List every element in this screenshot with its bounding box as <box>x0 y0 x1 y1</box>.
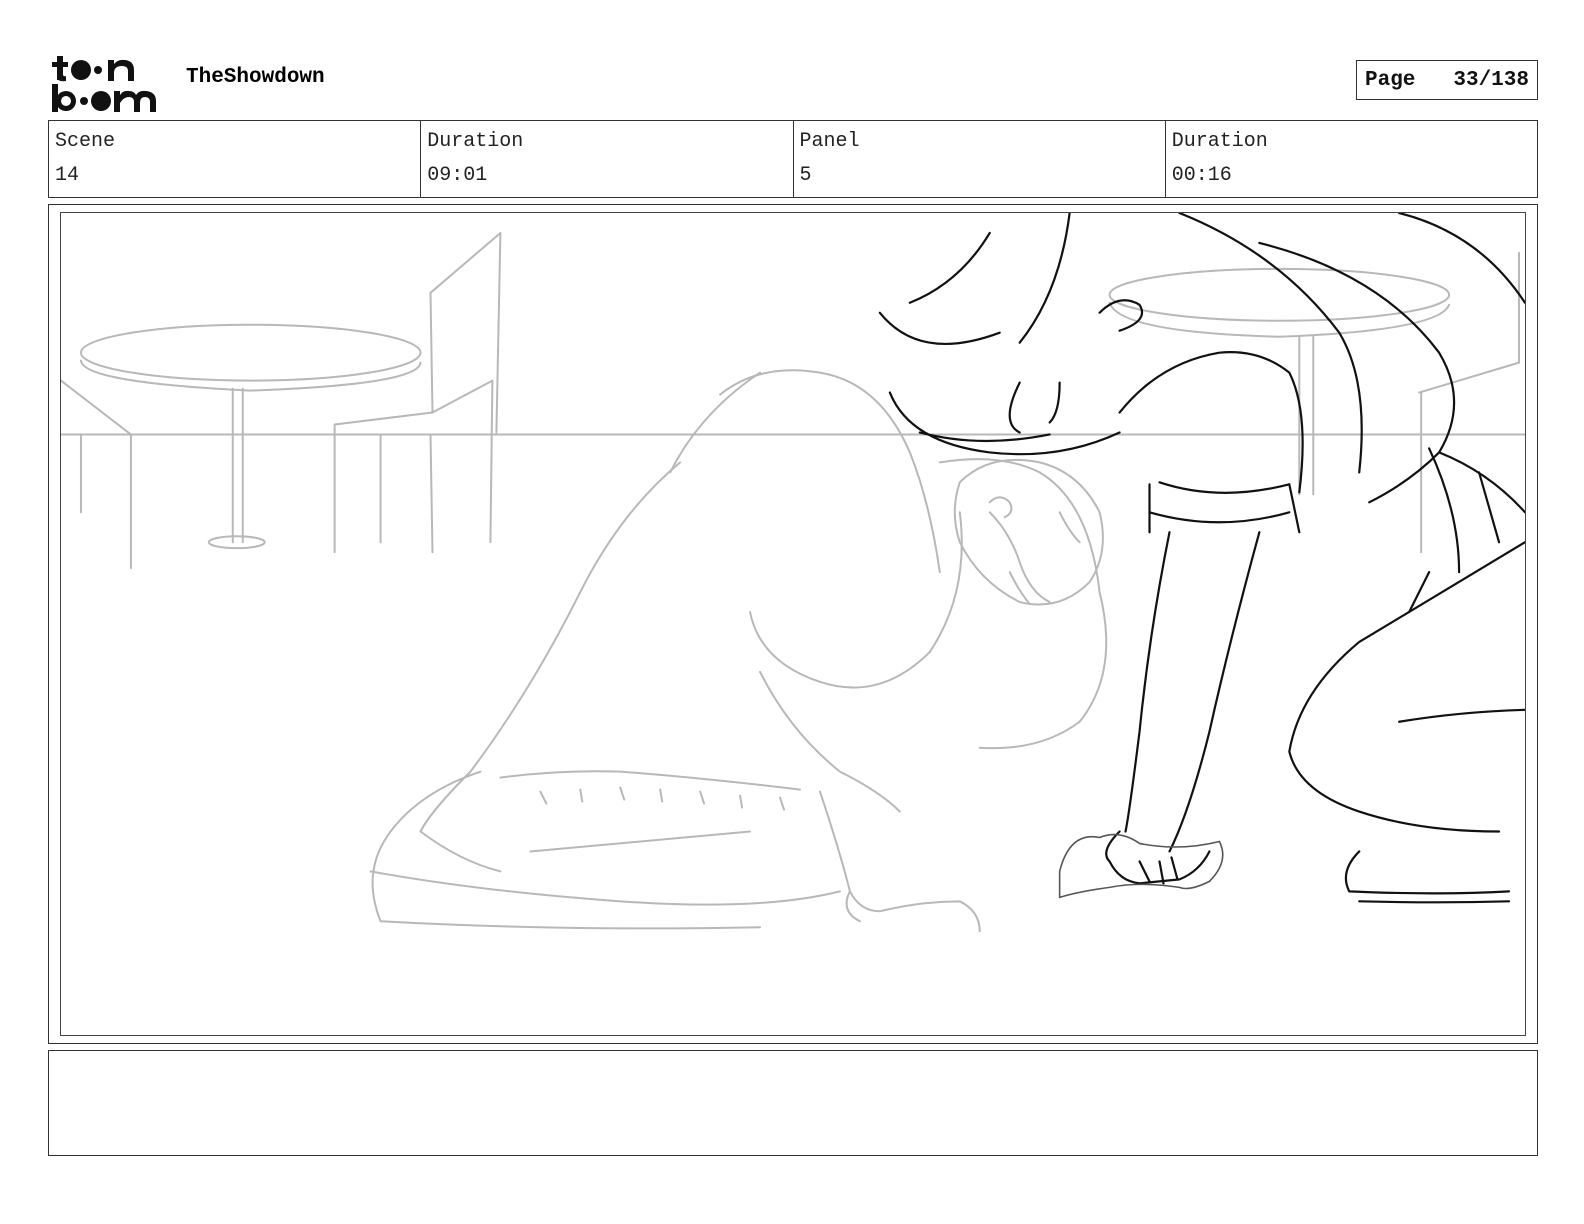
panel-cell: Panel 5 <box>794 121 1166 197</box>
panel-info-table: Scene 14 Duration 09:01 Panel 5 Duration… <box>48 120 1538 198</box>
scene-cell: Scene 14 <box>49 121 422 197</box>
panel-duration-label: Duration <box>1171 130 1268 153</box>
panel-duration-value: 00:16 <box>1171 164 1232 187</box>
page-label: Page <box>1365 68 1416 92</box>
project-title: TheShowdown <box>186 66 325 89</box>
storyboard-sketch-icon <box>60 212 1526 1036</box>
scene-duration-value: 09:01 <box>427 164 488 187</box>
scene-duration-cell: Duration 09:01 <box>421 121 794 197</box>
page-number: 33/138 <box>1453 68 1529 92</box>
page-indicator: Page 33/138 <box>1356 60 1538 100</box>
panel-value: 5 <box>799 164 812 187</box>
panel-duration-cell: Duration 00:16 <box>1166 121 1537 197</box>
panel-label: Panel <box>799 130 860 153</box>
panel-notes <box>48 1050 1538 1156</box>
scene-value: 14 <box>55 164 80 187</box>
toon-boom-logo <box>50 50 166 114</box>
scene-duration-label: Duration <box>427 130 524 153</box>
scene-label: Scene <box>55 130 116 153</box>
